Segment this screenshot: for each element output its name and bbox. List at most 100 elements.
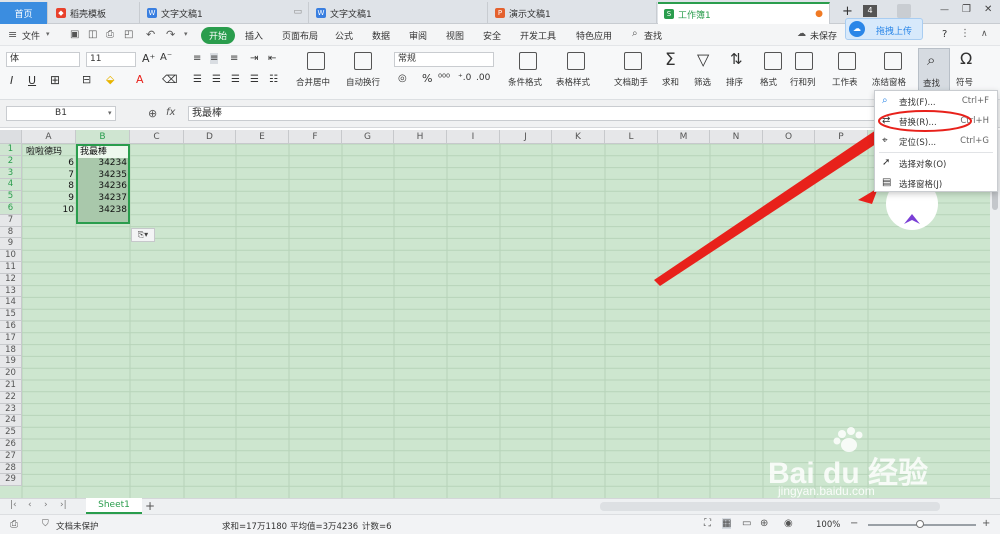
tab-spreadsheet[interactable]: S 工作簿1 ● [658, 2, 830, 24]
export-pdf-icon[interactable]: ◫ [88, 29, 97, 40]
merge-center-icon[interactable] [307, 52, 325, 70]
formula-input[interactable]: 我最棒 [188, 106, 878, 121]
spreadsheet-grid[interactable]: ABCDEFGHIJKLMNOP 1 2 3 4 5 6 7 8 9 10 11 12 13 14 15 16… [0, 130, 990, 498]
worksheet-icon[interactable] [838, 52, 856, 70]
format-icon[interactable] [764, 52, 782, 70]
sum-label[interactable]: 求和 [662, 76, 679, 88]
restore-button[interactable]: ❐ [962, 4, 971, 15]
menu-item-selection-pane[interactable]: ▤ 选择窗格(J) [875, 173, 997, 193]
zoom-level[interactable]: 100% [816, 520, 840, 530]
merge-cells-icon[interactable]: ⊟ [82, 73, 91, 86]
font-size-field[interactable]: 11 [86, 52, 136, 67]
prev-sheet-icon[interactable]: ‹ [28, 500, 32, 510]
increase-decimal-icon[interactable]: ⁺.0 [458, 73, 471, 83]
next-sheet-icon[interactable]: › [44, 500, 48, 510]
fx-icon[interactable]: fx [166, 107, 175, 118]
zoom-slider-thumb[interactable] [916, 520, 924, 528]
tab-insert[interactable]: 插入 [245, 29, 263, 42]
search-command[interactable]: 查找 [644, 29, 662, 42]
align-center-icon[interactable]: ☰ [212, 74, 221, 85]
align-middle-icon[interactable]: ≡ [210, 53, 219, 64]
tab-presentation[interactable]: P 演示文稿1 [489, 2, 657, 24]
fullscreen-icon[interactable]: ⛶ [704, 518, 711, 529]
filter-icon[interactable]: ▽ [697, 50, 709, 69]
print-preview-icon[interactable]: ◰ [124, 29, 133, 40]
worksheet-label[interactable]: 工作表 [832, 76, 858, 88]
fill-color-icon[interactable]: ⬙ [106, 73, 114, 86]
border-icon[interactable]: ⊞ [50, 73, 60, 87]
name-box[interactable]: B1 [6, 106, 116, 121]
format-label[interactable]: 格式 [760, 76, 777, 88]
eye-protect-icon[interactable]: ◉ [784, 518, 793, 529]
zoom-formula-icon[interactable]: ⊕ [148, 107, 157, 120]
page-layout-icon[interactable]: ▭ [742, 518, 751, 529]
conditional-format-icon[interactable] [519, 52, 537, 70]
last-sheet-icon[interactable]: ›| [60, 500, 67, 510]
table-style-icon[interactable] [567, 52, 585, 70]
align-top-icon[interactable]: ≡ [193, 53, 201, 64]
percent-icon[interactable]: % [422, 72, 432, 85]
table-style-label[interactable]: 表格样式 [556, 76, 590, 88]
first-sheet-icon[interactable]: |‹ [10, 500, 17, 510]
menu-item-goto[interactable]: ⌖ 定位(S)... Ctrl+G [875, 131, 997, 151]
chevron-down-icon[interactable]: ▾ [46, 30, 50, 38]
rows-cols-icon[interactable] [795, 52, 813, 70]
minimize-button[interactable]: — [940, 5, 949, 15]
doc-helper-label[interactable]: 文档助手 [614, 76, 648, 88]
tab-count-badge[interactable]: 4 [863, 5, 877, 17]
wrap-text-icon[interactable] [354, 52, 372, 70]
underline-icon[interactable]: U [28, 74, 36, 87]
tab-features[interactable]: 特色应用 [576, 29, 612, 42]
font-grow-icon[interactable]: A⁺ [142, 52, 155, 65]
sort-icon[interactable]: ⇅ [730, 50, 743, 68]
tab-writer-2[interactable]: W 文字文稿1 [310, 2, 488, 24]
more-icon[interactable]: ⋮ [960, 28, 970, 39]
font-name-field[interactable]: 体 [6, 52, 80, 67]
conditional-format-label[interactable]: 条件格式 [508, 76, 542, 88]
undo-icon[interactable]: ↶ [146, 28, 155, 41]
menu-item-find[interactable]: ⌕ 查找(F)... Ctrl+F [875, 91, 997, 111]
quick-access-dropdown-icon[interactable]: ▾ [184, 30, 188, 38]
zoom-out-button[interactable]: − [850, 518, 858, 529]
freeze-panes-icon[interactable] [884, 52, 902, 70]
wrap-text-label[interactable]: 自动换行 [346, 76, 380, 88]
rows-cols-label[interactable]: 行和列 [790, 76, 816, 88]
tab-formula[interactable]: 公式 [335, 29, 353, 42]
tab-view[interactable]: 视图 [446, 29, 464, 42]
hamburger-icon[interactable]: ≡ [8, 28, 17, 41]
font-shrink-icon[interactable]: A⁻ [160, 52, 172, 63]
distribute-icon[interactable]: ☷ [269, 74, 278, 85]
align-bottom-icon[interactable]: ≡ [230, 53, 238, 64]
omega-icon[interactable]: Ω [960, 49, 972, 68]
macro-icon[interactable]: ⎙ [10, 519, 18, 530]
help-icon[interactable]: ? [942, 29, 947, 40]
clear-format-icon[interactable]: ⌫ [162, 73, 178, 86]
freeze-panes-label[interactable]: 冻结窗格 [872, 76, 906, 88]
tab-daoke[interactable]: ◆ 稻壳模板 [50, 2, 140, 24]
find-button[interactable]: ⌕ 查找 [918, 48, 950, 96]
new-tab-button[interactable]: + [842, 4, 853, 19]
collapse-ribbon-icon[interactable]: ∧ [981, 29, 988, 39]
number-format-select[interactable]: 常规 [394, 52, 494, 67]
font-color-icon[interactable]: A [136, 73, 144, 86]
search-icon[interactable]: ⌕ [632, 28, 638, 39]
tab-home[interactable]: 首页 [0, 2, 48, 24]
filter-label[interactable]: 筛选 [694, 76, 711, 88]
italic-icon[interactable]: I [10, 74, 13, 87]
align-left-icon[interactable]: ☰ [193, 74, 202, 85]
tab-security[interactable]: 安全 [483, 29, 501, 42]
upload-overlay[interactable]: ☁ 拖拽上传 [845, 18, 923, 40]
tab-developer[interactable]: 开发工具 [520, 29, 556, 42]
sort-label[interactable]: 排序 [726, 76, 743, 88]
horizontal-scrollbar[interactable] [600, 502, 940, 511]
align-right-icon[interactable]: ☰ [231, 74, 240, 85]
thousands-icon[interactable]: ⁰⁰⁰ [438, 73, 450, 84]
save-icon[interactable]: ▣ [70, 29, 79, 40]
redo-icon[interactable]: ↷ [166, 28, 175, 41]
page-break-icon[interactable]: ⊕ [760, 518, 768, 529]
protect-status[interactable]: 文档未保护 [56, 520, 99, 532]
avatar[interactable] [897, 4, 911, 18]
tab-start[interactable]: 开始 [201, 27, 236, 44]
currency-icon[interactable]: ◎ [398, 73, 407, 84]
tab-page-layout[interactable]: 页面布局 [282, 29, 318, 42]
